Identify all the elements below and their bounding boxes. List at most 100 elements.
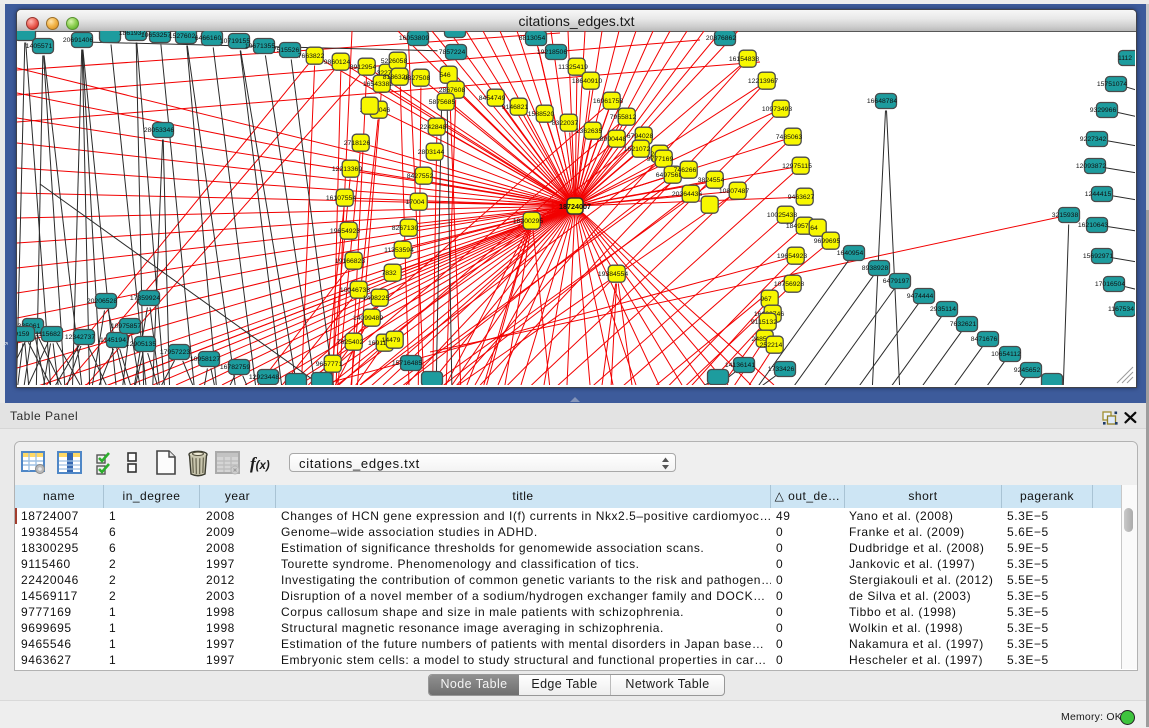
svg-text:8267130: 8267130 bbox=[392, 225, 419, 232]
svg-text:10975857: 10975857 bbox=[111, 323, 141, 330]
svg-text:8813054: 8813054 bbox=[519, 35, 546, 42]
svg-text:18300295: 18300295 bbox=[513, 218, 543, 225]
svg-text:16961758: 16961758 bbox=[593, 98, 623, 105]
svg-text:8471676: 8471676 bbox=[971, 336, 998, 343]
svg-text:9327508: 9327508 bbox=[404, 75, 431, 82]
svg-text:7955812: 7955812 bbox=[610, 114, 637, 121]
svg-text:1145194: 1145194 bbox=[100, 337, 126, 344]
svg-text:7632621: 7632621 bbox=[950, 321, 977, 328]
svg-text:12975115: 12975115 bbox=[782, 163, 812, 170]
svg-text:2935114: 2935114 bbox=[930, 306, 956, 313]
svg-text:746266: 746266 bbox=[674, 167, 697, 174]
svg-text:17359924: 17359924 bbox=[130, 295, 160, 302]
svg-text:9699695: 9699695 bbox=[814, 238, 841, 245]
svg-text:8912954: 8912954 bbox=[350, 64, 377, 71]
svg-text:5226058: 5226058 bbox=[381, 58, 408, 65]
svg-text:1498225: 1498225 bbox=[363, 295, 390, 302]
svg-text:11325419: 11325419 bbox=[558, 64, 588, 71]
svg-text:19218506: 19218506 bbox=[537, 49, 567, 56]
svg-text:16210643: 16210643 bbox=[1078, 222, 1108, 229]
svg-text:9463627: 9463627 bbox=[788, 194, 815, 201]
svg-text:14479: 14479 bbox=[382, 337, 401, 344]
svg-text:6794028: 6794028 bbox=[627, 133, 654, 140]
svg-text:1733426: 1733426 bbox=[768, 366, 795, 373]
svg-text:10025438: 10025438 bbox=[767, 212, 797, 219]
svg-text:7857224: 7857224 bbox=[439, 49, 466, 56]
svg-text:9329966: 9329966 bbox=[1090, 107, 1117, 114]
svg-text:12923448: 12923448 bbox=[249, 374, 279, 381]
svg-text:17957223: 17957223 bbox=[160, 349, 190, 356]
svg-text:1112: 1112 bbox=[1118, 55, 1132, 62]
svg-text:14099489: 14099489 bbox=[353, 315, 383, 322]
svg-text:1244415: 1244415 bbox=[1085, 191, 1112, 198]
svg-text:14136141: 14136141 bbox=[725, 362, 755, 369]
svg-text:1405571: 1405571 bbox=[26, 43, 53, 50]
svg-text:7663822: 7663822 bbox=[298, 53, 325, 60]
svg-text:16053809: 16053809 bbox=[399, 35, 429, 42]
svg-text:15751074: 15751074 bbox=[1097, 81, 1127, 88]
svg-text:8454749: 8454749 bbox=[479, 95, 506, 102]
svg-text:12342737: 12342737 bbox=[65, 334, 95, 341]
svg-text:10807487: 10807487 bbox=[719, 188, 749, 195]
svg-text:12905135: 12905135 bbox=[126, 341, 156, 348]
svg-text:15716485: 15716485 bbox=[392, 360, 422, 367]
svg-text:20691406: 20691406 bbox=[63, 37, 93, 44]
svg-text:10756928: 10756928 bbox=[774, 281, 804, 288]
svg-text:18640910: 18640910 bbox=[572, 78, 602, 85]
svg-text:9860124: 9860124 bbox=[324, 59, 351, 66]
svg-text:6466160: 6466160 bbox=[195, 35, 222, 42]
svg-text:16543382: 16543382 bbox=[363, 81, 393, 88]
svg-text:7485063: 7485063 bbox=[776, 134, 803, 141]
svg-text:2718126: 2718126 bbox=[344, 140, 371, 147]
svg-text:7625402: 7625402 bbox=[337, 339, 364, 346]
svg-text:9777169: 9777169 bbox=[647, 156, 674, 163]
svg-text:19166823: 19166823 bbox=[335, 258, 365, 265]
svg-text:5875685: 5875685 bbox=[429, 99, 456, 106]
svg-text:19384554: 19384554 bbox=[598, 271, 628, 278]
svg-text:2803144: 2803144 bbox=[418, 149, 445, 156]
svg-text:17004: 17004 bbox=[406, 199, 425, 206]
svg-text:3215938: 3215938 bbox=[1052, 212, 1079, 219]
svg-text:10958127: 10958127 bbox=[190, 356, 220, 363]
svg-text:12213369: 12213369 bbox=[332, 166, 362, 173]
svg-text:9115132: 9115132 bbox=[751, 319, 777, 326]
svg-text:11353594: 11353594 bbox=[384, 247, 414, 254]
svg-text:16154838: 16154838 bbox=[729, 56, 759, 63]
svg-text:9146821: 9146821 bbox=[502, 104, 529, 111]
svg-text:1527602: 1527602 bbox=[169, 33, 196, 40]
svg-text:2242848: 2242848 bbox=[420, 124, 447, 131]
svg-text:967: 967 bbox=[760, 296, 772, 303]
svg-text:7515526: 7515526 bbox=[273, 47, 300, 54]
svg-text:1640954: 1640954 bbox=[837, 250, 864, 257]
svg-text:9657771: 9657771 bbox=[316, 361, 343, 368]
svg-text:546: 546 bbox=[439, 72, 451, 79]
svg-text:15692971: 15692971 bbox=[1083, 253, 1113, 260]
svg-text:28053346: 28053346 bbox=[144, 127, 174, 134]
svg-text:64: 64 bbox=[810, 225, 818, 232]
svg-text:8427552: 8427552 bbox=[407, 173, 434, 180]
svg-text:17016504: 17016504 bbox=[1095, 281, 1125, 288]
svg-text:8938928: 8938928 bbox=[862, 265, 889, 272]
svg-text:10654112: 10654112 bbox=[991, 351, 1021, 358]
svg-text:1167534: 1167534 bbox=[1108, 306, 1134, 313]
svg-text:10653257: 10653257 bbox=[141, 32, 171, 39]
svg-text:10046738: 10046738 bbox=[340, 287, 370, 294]
svg-text:10671355: 10671355 bbox=[245, 43, 275, 50]
svg-text:19654923: 19654923 bbox=[330, 228, 360, 235]
svg-text:20876862: 20876862 bbox=[706, 35, 736, 42]
svg-text:8990448: 8990448 bbox=[600, 136, 627, 143]
svg-text:10973493: 10973493 bbox=[762, 106, 792, 113]
svg-text:9227342: 9227342 bbox=[1080, 136, 1107, 143]
svg-text:18724007: 18724007 bbox=[559, 202, 591, 211]
svg-text:20206528: 20206528 bbox=[87, 298, 117, 305]
svg-text:16648784: 16648784 bbox=[867, 98, 897, 105]
svg-text:16107554: 16107554 bbox=[326, 195, 356, 202]
svg-text:9245652: 9245652 bbox=[1014, 367, 1041, 374]
svg-text:16782759: 16782759 bbox=[220, 364, 250, 371]
svg-text:6479197: 6479197 bbox=[883, 278, 910, 285]
svg-text:12213967: 12213967 bbox=[748, 78, 778, 85]
svg-text:39159: 39159 bbox=[17, 331, 30, 338]
svg-text:252214: 252214 bbox=[760, 342, 783, 349]
svg-text:1621072: 1621072 bbox=[624, 146, 651, 153]
svg-text:12093872: 12093872 bbox=[1076, 163, 1106, 170]
